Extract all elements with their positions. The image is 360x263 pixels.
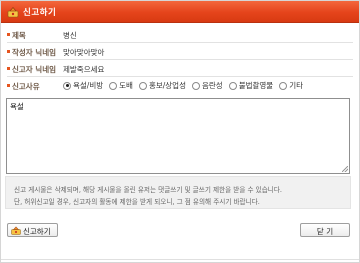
reason-option-label: 도배 bbox=[119, 81, 133, 90]
reason-option-label: 홍보/상업성 bbox=[148, 81, 186, 90]
subject-row: 제목 병신 bbox=[7, 26, 353, 43]
radio-button[interactable] bbox=[191, 81, 200, 90]
reason-option-label: 불법촬영물 bbox=[238, 81, 274, 90]
reason-option-other[interactable]: 기타 bbox=[279, 80, 303, 91]
subject-value: 병신 bbox=[63, 31, 77, 40]
reason-row: 신고사유 욕설/비방 도배 홍보/상업성 음란성 불법촬영물 기타 bbox=[7, 77, 353, 94]
report-dialog: 신고하기 제목 병신 작성자 닉네임 맞아맞아맞아 신고자 닉네임 제발죽으세요… bbox=[0, 0, 360, 263]
author-row: 작성자 닉네임 맞아맞아맞아 bbox=[7, 43, 353, 60]
reporter-row: 신고자 닉네임 제발죽으세요 bbox=[7, 60, 353, 77]
subject-label: 제목 bbox=[12, 31, 26, 40]
author-nick-label: 작성자 닉네임 bbox=[12, 48, 57, 57]
reason-option-label: 욕설/비방 bbox=[73, 81, 104, 90]
report-icon bbox=[7, 7, 19, 18]
reason-option-label: 기타 bbox=[289, 81, 303, 90]
notice-line-2: 단, 허위신고일 경우, 신고자의 활동에 제한을 받게 되오니, 그 점 유의… bbox=[14, 198, 260, 206]
close-button[interactable]: 닫 기 bbox=[300, 223, 350, 237]
radio-button[interactable] bbox=[279, 81, 288, 90]
radio-button[interactable] bbox=[138, 81, 147, 90]
radio-button[interactable] bbox=[109, 81, 118, 90]
reporter-nick-value: 제발죽으세요 bbox=[63, 65, 105, 74]
bullet-marker bbox=[7, 84, 10, 87]
reason-option-abuse[interactable]: 욕설/비방 bbox=[63, 80, 103, 91]
notice-box: 신고 게시물은 삭제되며, 해당 게시물을 올린 유저는 댓글쓰기 및 글쓰기 … bbox=[5, 176, 351, 209]
resize-grip-icon[interactable] bbox=[342, 166, 348, 172]
reason-option-illegal-filming[interactable]: 불법촬영물 bbox=[228, 80, 274, 91]
radio-button[interactable] bbox=[63, 81, 71, 90]
report-detail-textarea[interactable]: 욕설 bbox=[6, 98, 350, 174]
report-icon bbox=[11, 226, 21, 235]
reason-label: 신고사유 bbox=[12, 82, 40, 91]
divider bbox=[1, 259, 359, 260]
report-detail-text: 욕설 bbox=[10, 102, 24, 111]
reason-option-spam[interactable]: 도배 bbox=[109, 80, 133, 91]
bullet-marker bbox=[7, 50, 10, 53]
author-nick-value: 맞아맞아맞아 bbox=[63, 48, 105, 57]
radio-button[interactable] bbox=[228, 81, 237, 90]
notice-line-1: 신고 게시물은 삭제되며, 해당 게시물을 올린 유저는 댓글쓰기 및 글쓰기 … bbox=[14, 186, 283, 194]
report-button[interactable]: 신고하기 bbox=[7, 223, 58, 237]
report-button-label: 신고하기 bbox=[23, 227, 51, 236]
title-bar: 신고하기 bbox=[1, 1, 359, 23]
reason-radio-group: 욕설/비방 도배 홍보/상업성 음란성 불법촬영물 기타 bbox=[63, 80, 309, 91]
reason-option-label: 음란성 bbox=[201, 81, 223, 90]
reporter-nick-label: 신고자 닉네임 bbox=[12, 65, 57, 74]
bullet-marker bbox=[7, 67, 10, 70]
reason-option-advertising[interactable]: 홍보/상업성 bbox=[138, 80, 186, 91]
dialog-title: 신고하기 bbox=[23, 8, 57, 18]
bullet-marker bbox=[7, 33, 10, 36]
close-button-label: 닫 기 bbox=[316, 227, 334, 236]
reason-option-obscene[interactable]: 음란성 bbox=[191, 80, 223, 91]
